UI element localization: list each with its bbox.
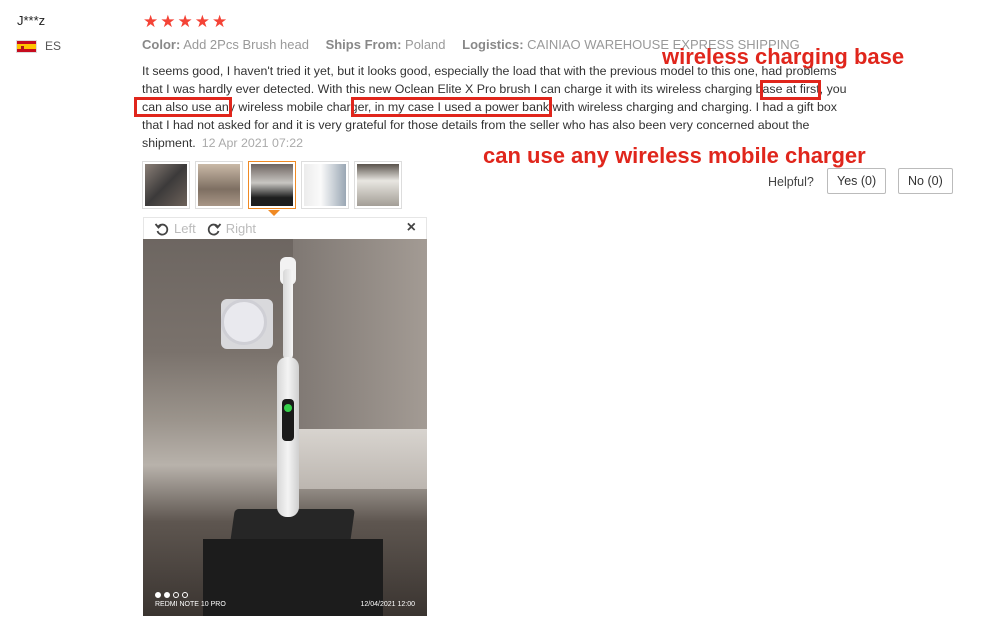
annotation-wireless-base: wireless charging base bbox=[662, 44, 905, 69]
thumbnail-image bbox=[251, 164, 293, 206]
thumbnail-image bbox=[198, 164, 240, 206]
review-thumbnail[interactable] bbox=[301, 161, 349, 209]
annotation-wireless-charger: can use any wireless mobile charger bbox=[483, 143, 866, 168]
star-icon: ★ bbox=[194, 12, 210, 31]
photo-wall bbox=[293, 239, 427, 439]
reviewer-name: J***z bbox=[17, 13, 46, 28]
country-code: ES bbox=[45, 39, 62, 53]
rotate-right-icon bbox=[207, 222, 221, 235]
review-thumbnail[interactable] bbox=[142, 161, 190, 209]
star-icon: ★ bbox=[143, 12, 159, 31]
photo-counter bbox=[293, 429, 427, 489]
rotate-right-button[interactable]: Right bbox=[206, 221, 256, 237]
photo-watermark-date: 12/04/2021 12:00 bbox=[360, 601, 416, 608]
star-icon: ★ bbox=[177, 12, 193, 31]
close-viewer-icon[interactable]: × bbox=[407, 219, 416, 237]
star-icon: ★ bbox=[160, 12, 176, 31]
thumbnail-image bbox=[357, 164, 399, 206]
helpful-label: Helpful? bbox=[768, 175, 814, 189]
helpful-yes-button[interactable]: Yes (0) bbox=[827, 168, 887, 194]
photo-brush-screen bbox=[282, 399, 294, 441]
review-thumbnail[interactable] bbox=[354, 161, 402, 209]
star-rating: ★ ★ ★ ★ ★ bbox=[143, 12, 227, 31]
thumbnail-image bbox=[145, 164, 187, 206]
review-date: 12 Apr 2021 07:22 bbox=[201, 136, 304, 150]
reviewer-country: ES bbox=[16, 39, 61, 53]
photo-brush-neck bbox=[283, 269, 293, 359]
helpful-no-button[interactable]: No (0) bbox=[898, 168, 953, 194]
highlight-box-base-2 bbox=[134, 97, 232, 117]
rotate-left-button[interactable]: Left bbox=[154, 221, 196, 237]
ships-from-attribute: Ships From: Poland bbox=[325, 37, 446, 52]
color-attribute: Color: Add 2Pcs Brush head bbox=[142, 37, 309, 52]
photo-powerbank bbox=[203, 539, 383, 616]
active-thumbnail-caret-icon bbox=[268, 210, 280, 216]
highlight-box-charger bbox=[351, 97, 552, 117]
photo-charger bbox=[221, 299, 267, 345]
review-thumbnail[interactable] bbox=[195, 161, 243, 209]
camera-watermark-dots-icon bbox=[155, 592, 188, 598]
spain-flag-icon bbox=[16, 39, 37, 53]
image-viewer-toolbar: Left Right × bbox=[143, 217, 427, 239]
highlight-box-base-1 bbox=[760, 80, 821, 100]
review-thumbnails bbox=[142, 161, 402, 209]
thumbnail-image bbox=[304, 164, 346, 206]
review-thumbnail-active[interactable] bbox=[248, 161, 296, 209]
star-icon: ★ bbox=[212, 12, 228, 31]
rotate-left-icon bbox=[154, 222, 169, 235]
review-photo-large: REDMI NOTE 10 PRO 12/04/2021 12:00 bbox=[143, 239, 427, 616]
photo-watermark-model: REDMI NOTE 10 PRO bbox=[155, 601, 226, 608]
